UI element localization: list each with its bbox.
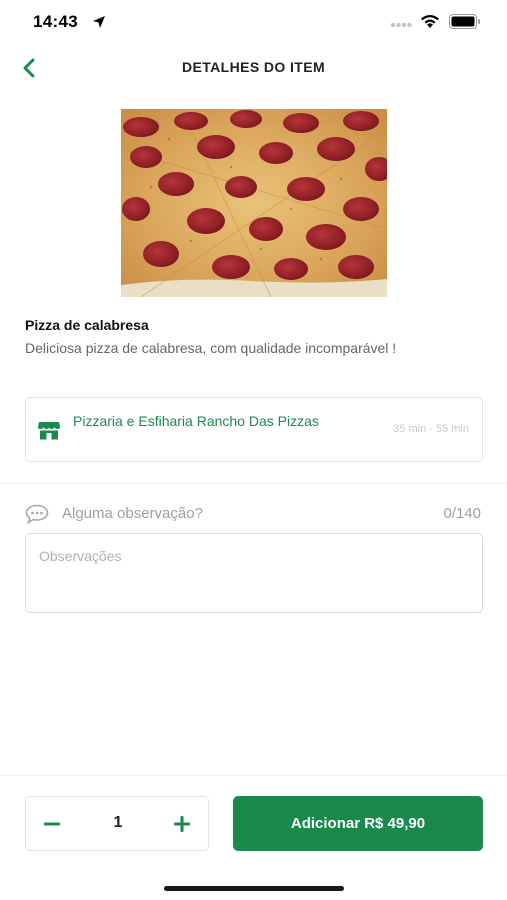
store-icon xyxy=(38,422,60,440)
bottom-divider xyxy=(0,775,507,776)
battery-icon xyxy=(449,14,480,29)
page-title: DETALHES DO ITEM xyxy=(181,59,326,75)
decrease-quantity-button[interactable] xyxy=(36,809,68,839)
status-bar: 14:43 xyxy=(0,0,507,46)
item-image xyxy=(121,109,387,297)
pizza-photo xyxy=(121,109,387,297)
quantity-value: 1 xyxy=(113,814,123,831)
section-divider xyxy=(0,483,507,484)
observation-label: Alguma observação? xyxy=(62,505,203,522)
increase-quantity-button[interactable] xyxy=(166,809,198,839)
delivery-time: 35 min - 55 min xyxy=(393,423,469,435)
location-arrow-icon xyxy=(93,16,105,28)
character-counter: 0/140 xyxy=(443,505,481,522)
store-card[interactable]: Pizzaria e Esfiharia Rancho Das Pizzas 3… xyxy=(25,397,483,462)
status-time: 14:43 xyxy=(33,12,78,31)
chat-bubble-icon xyxy=(25,504,49,524)
home-indicator xyxy=(164,886,344,891)
signal-icon xyxy=(390,22,412,28)
plus-icon xyxy=(174,816,190,832)
minus-icon xyxy=(44,822,60,826)
store-name: Pizzaria e Esfiharia Rancho Das Pizzas xyxy=(73,413,319,429)
item-description: Deliciosa pizza de calabresa, com qualid… xyxy=(25,340,397,356)
observations-input[interactable] xyxy=(25,533,483,613)
header: DETALHES DO ITEM xyxy=(0,46,507,90)
wifi-icon xyxy=(421,15,439,28)
quantity-stepper: 1 xyxy=(25,796,209,851)
add-to-cart-button[interactable]: Adicionar R$ 49,90 xyxy=(233,796,483,851)
item-name: Pizza de calabresa xyxy=(25,317,149,333)
